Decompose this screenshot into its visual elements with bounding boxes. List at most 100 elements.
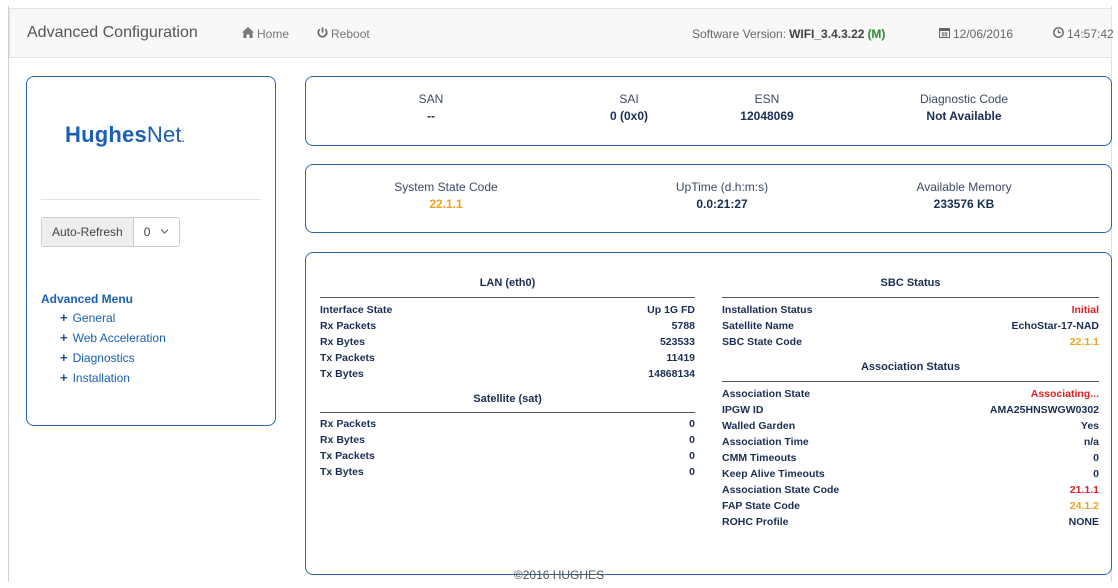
table-row: Keep Alive Timeouts 0 [722, 466, 1099, 482]
diagnostic-code-label: Diagnostic Code [919, 92, 1009, 106]
row-label: Rx Bytes [320, 336, 365, 348]
row-label: Association Time [722, 436, 809, 448]
esn-label: ESN [754, 92, 780, 106]
row-value: 5788 [671, 320, 695, 332]
esn-value: 12048069 [740, 109, 794, 123]
menu-item-label: Diagnostics [72, 351, 135, 365]
auto-refresh-select[interactable]: 0 [133, 218, 180, 246]
row-label: FAP State Code [722, 500, 800, 512]
sbc-table: Installation Status Initial Satellite Name… [722, 302, 1099, 350]
table-row: Tx Bytes 14868134 [320, 366, 695, 382]
reboot-label: Reboot [331, 27, 370, 41]
plus-icon: + [60, 330, 68, 345]
home-link[interactable]: Home [242, 27, 289, 41]
detail-panel: LAN (eth0) Interface State Up 1G FD Rx Pac… [305, 252, 1112, 575]
table-row: Association State Associating... [722, 386, 1099, 402]
advanced-menu-title: Advanced Menu [41, 292, 134, 306]
satellite-divider [320, 412, 695, 413]
available-memory-value: 233576 KB [933, 197, 995, 211]
row-value: 21.1.1 [1069, 484, 1099, 496]
table-row: Rx Packets 0 [320, 416, 695, 432]
row-value: 22.1.1 [1069, 336, 1099, 348]
row-label: Tx Bytes [320, 368, 364, 380]
app-title[interactable]: Advanced Configuration [27, 24, 198, 42]
menu-item-label: Installation [72, 371, 130, 385]
software-version-label: Software Version: [692, 27, 787, 41]
row-label: Tx Packets [320, 450, 375, 462]
logo-bold: Hughes [65, 122, 147, 147]
table-row: Association State Code 21.1.1 [722, 482, 1099, 498]
uptime-value: 0.0:21:27 [696, 197, 748, 211]
date-display: 12/06/2016 [939, 27, 1013, 41]
row-value: 0 [689, 450, 695, 462]
table-row: Walled Garden Yes [722, 418, 1099, 434]
footer-copyright: ©2016 HUGHES [513, 568, 605, 582]
row-label: Tx Bytes [320, 466, 364, 478]
uptime-stat: UpTime (d.h:m:s) 0.0:21:27 [652, 180, 792, 211]
table-row: ROHC Profile NONE [722, 514, 1099, 530]
menu-item-general[interactable]: + General [60, 308, 166, 328]
top-navbar: Advanced Configuration Home Reboot Softw… [9, 8, 1114, 58]
row-label: Installation Status [722, 304, 813, 316]
san-label: SAN [418, 92, 444, 106]
system-state-stat: System State Code 22.1.1 [376, 180, 516, 211]
time-display: 14:57:42 [1053, 27, 1114, 41]
table-row: FAP State Code 24.1.2 [722, 498, 1099, 514]
satellite-table: Rx Packets 0 Rx Bytes 0 Tx Packets 0 Tx Bytes 0 [320, 416, 695, 480]
table-row: Rx Bytes 523533 [320, 334, 695, 350]
menu-item-web-acceleration[interactable]: + Web Acceleration [60, 328, 166, 348]
table-row: Interface State Up 1G FD [320, 302, 695, 318]
association-title: Association Status [860, 361, 961, 373]
chevron-down-icon [160, 225, 169, 239]
association-table: Association State Associating... IPGW ID AM… [722, 386, 1099, 530]
plus-icon: + [60, 310, 68, 325]
san-value: -- [427, 109, 435, 123]
diagnostic-code-value: Not Available [926, 109, 1002, 123]
menu-item-diagnostics[interactable]: + Diagnostics [60, 348, 166, 368]
row-value: 24.1.2 [1069, 500, 1099, 512]
row-label: Rx Bytes [320, 434, 365, 446]
summary-panel: SAN -- SAI 0 (0x0) ESN 12048069 Diagnost… [305, 76, 1112, 146]
table-row: Rx Bytes 0 [320, 432, 695, 448]
row-label: Association State [722, 388, 811, 400]
row-value: Initial [1071, 304, 1099, 316]
row-value: 523533 [659, 336, 695, 348]
table-row: IPGW ID AMA25HNSWGW0302 [722, 402, 1099, 418]
table-row: Tx Packets 0 [320, 448, 695, 464]
software-version: Software Version: WIFI_3.4.3.22 (M) [692, 27, 885, 41]
row-value: AMA25HNSWGW0302 [989, 404, 1099, 416]
lan-table: Interface State Up 1G FD Rx Packets 5788 Rx … [320, 302, 695, 382]
auto-refresh-control: Auto-Refresh 0 [41, 217, 181, 247]
row-label: CMM Timeouts [722, 452, 797, 464]
row-value: 0 [1093, 452, 1099, 464]
home-label: Home [257, 27, 290, 41]
table-row: Satellite Name EchoStar-17-NAD [722, 318, 1099, 334]
menu-item-installation[interactable]: + Installation [60, 368, 166, 388]
row-label: Interface State [320, 304, 393, 316]
row-value: Up 1G FD [647, 304, 695, 316]
row-value: n/a [1083, 436, 1099, 448]
reboot-link[interactable]: Reboot [317, 27, 370, 41]
auto-refresh-value: 0 [143, 225, 151, 239]
row-value: 0 [1093, 468, 1099, 480]
row-value: 11419 [666, 352, 695, 364]
row-label: SBC State Code [722, 336, 802, 348]
system-state-value: 22.1.1 [429, 197, 463, 211]
table-row: Tx Packets 11419 [320, 350, 695, 366]
row-value: 14868134 [648, 368, 695, 380]
row-value: NONE [1068, 516, 1099, 528]
row-label: Rx Packets [320, 320, 377, 332]
auto-refresh-label: Auto-Refresh [42, 218, 134, 246]
row-label: IPGW ID [722, 404, 764, 416]
time-value: 14:57:42 [1067, 27, 1114, 41]
esn-stat: ESN 12048069 [712, 92, 822, 123]
sai-label: SAI [619, 92, 639, 106]
row-value: 0 [689, 434, 695, 446]
association-divider [722, 381, 1099, 382]
row-label: Satellite Name [722, 320, 794, 332]
table-row: CMM Timeouts 0 [722, 450, 1099, 466]
row-label: Walled Garden [722, 420, 796, 432]
sai-stat: SAI 0 (0x0) [574, 92, 684, 123]
row-label: ROHC Profile [722, 516, 789, 528]
row-label: Tx Packets [320, 352, 375, 364]
